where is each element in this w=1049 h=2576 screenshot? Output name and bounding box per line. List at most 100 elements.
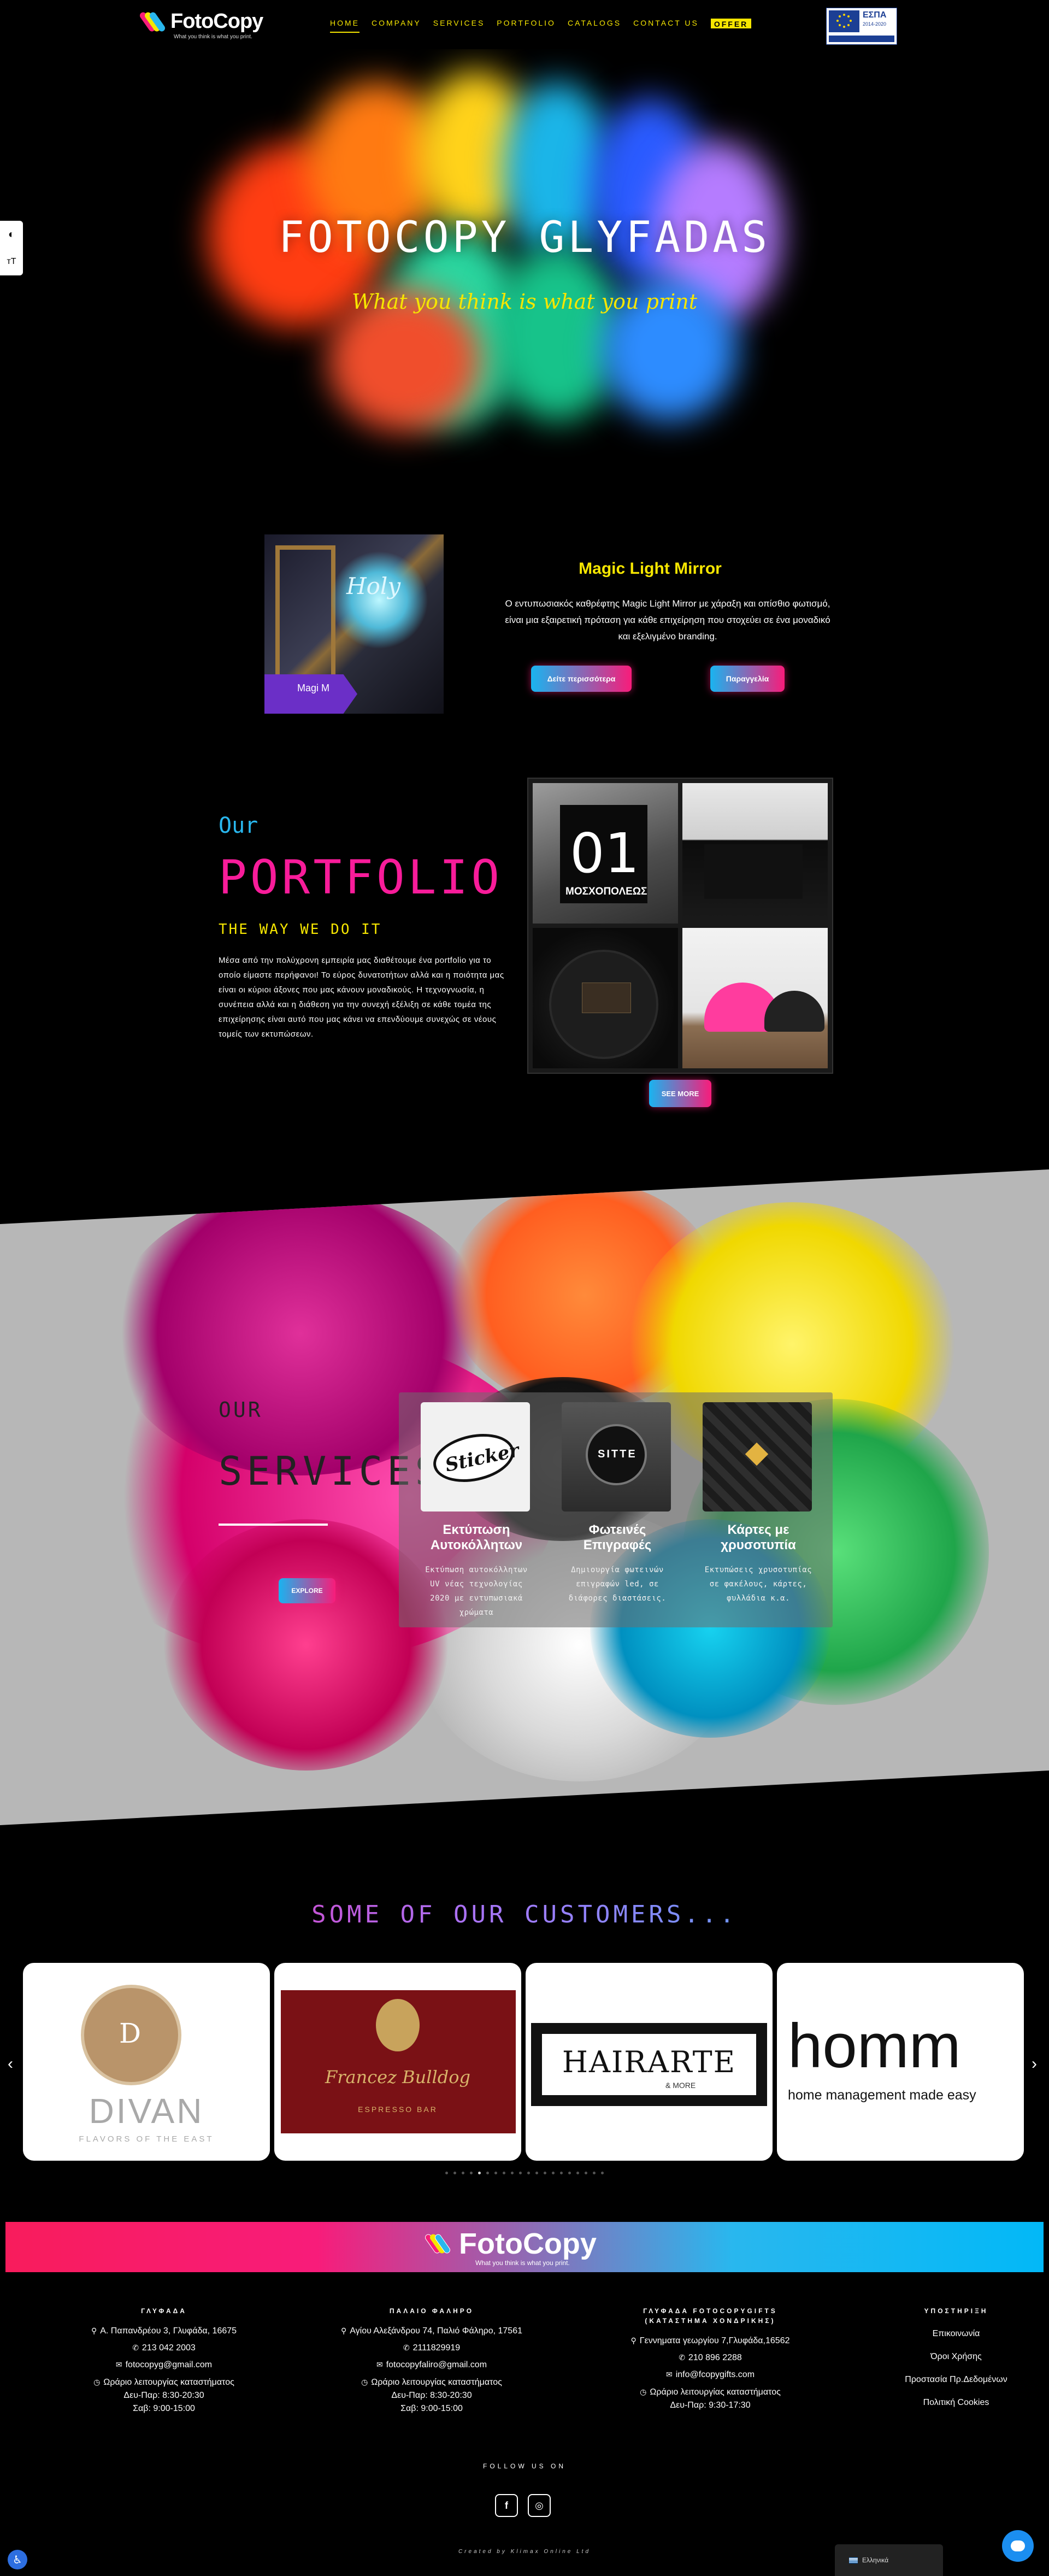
light-sign-image: SITTE xyxy=(562,1402,671,1512)
explore-button[interactable]: EXPLORE xyxy=(279,1578,335,1603)
carousel-dot[interactable] xyxy=(568,2172,571,2174)
service-title: Κάρτες με χρυσοτυπία xyxy=(721,1522,796,1552)
divan-sub: FLAVORS OF THE EAST xyxy=(79,2134,214,2144)
carousel-dot[interactable] xyxy=(494,2172,497,2174)
mirror-script: Holy xyxy=(346,573,401,599)
follow-us-label: FOLLOW US ON xyxy=(482,2462,566,2470)
footer-col-title: ΥΠΟΣΤΗΡΙΞΗ xyxy=(924,2307,988,2315)
carousel-dot[interactable] xyxy=(585,2172,587,2174)
carousel-dot[interactable] xyxy=(445,2172,448,2174)
facebook-icon[interactable]: f xyxy=(495,2494,518,2517)
order-button[interactable]: Παραγγελία xyxy=(710,666,785,692)
nav-contact[interactable]: CONTACT US xyxy=(633,19,699,33)
location-icon: ⚲ xyxy=(341,2326,347,2335)
carousel-dot[interactable] xyxy=(601,2172,604,2174)
customer-logo-divan[interactable]: D DIVAN FLAVORS OF THE EAST xyxy=(23,1963,270,2161)
email[interactable]: info@fcopygifts.com xyxy=(676,2370,755,2379)
sign-text: ΜΟΣΧΟΠΟΛΕΩΣ xyxy=(565,886,647,897)
carousel-dot[interactable] xyxy=(576,2172,579,2174)
nav-portfolio[interactable]: PORTFOLIO xyxy=(497,19,556,33)
hours-saturday: Σαβ: 9:00-15:00 xyxy=(400,2404,463,2413)
footer-col-gifts: ΓΛΥΦΑΔΑ FOTOCOPYGIFTS (ΚΑΤΑΣΤΗΜΑ ΧΟΝΔΡΙΚ… xyxy=(612,2306,809,2412)
magic-mirror-image[interactable]: Holy Magi M xyxy=(264,534,444,714)
carousel-dot[interactable] xyxy=(519,2172,522,2174)
portfolio-image-sign[interactable]: 01 ΜΟΣΧΟΠΟΛΕΩΣ xyxy=(533,783,678,924)
hours-label: Ωράριο λειτουργίας καταστήματος xyxy=(103,2378,234,2387)
francez-emblem xyxy=(376,1999,420,2051)
carousel-dot[interactable] xyxy=(560,2172,563,2174)
footer-col-title: ΠΑΛΑΙΟ ΦΑΛΗΡΟ xyxy=(389,2307,474,2315)
carousel-dot[interactable] xyxy=(544,2172,546,2174)
service-card-foil[interactable]: Κάρτες με χρυσοτυπία Εκτυπώσεις χρυσοτυπ… xyxy=(703,1402,814,1605)
francez-name: Francez Bulldog xyxy=(325,2067,470,2087)
phone[interactable]: 2111829919 xyxy=(413,2343,461,2352)
featured-title: Magic Light Mirror xyxy=(579,560,722,578)
portfolio-image-cards[interactable] xyxy=(533,928,678,1068)
footer-col-title: ΓΛΥΦΑΔΑ FOTOCOPYGIFTS xyxy=(643,2307,777,2315)
customer-logo-homm[interactable]: homm home management made easy xyxy=(777,1963,1024,2161)
see-more-button[interactable]: Δείτε περισσότερα xyxy=(531,666,632,692)
carousel-prev-icon[interactable]: ‹ xyxy=(8,2055,13,2073)
hairarte-sub: & MORE xyxy=(665,2081,696,2090)
carousel-dot[interactable] xyxy=(511,2172,514,2174)
service-title: Φωτεινές Επιγραφές xyxy=(583,1522,652,1552)
customer-logo-francez[interactable]: Francez Bulldog ESPRESSO BAR xyxy=(274,1963,521,2161)
footer-link-terms[interactable]: Όροι Χρήσης xyxy=(885,2345,1027,2368)
sign-board: 01 ΜΟΣΧΟΠΟΛΕΩΣ xyxy=(560,805,647,903)
carousel-dot[interactable] xyxy=(470,2172,473,2174)
mirror-badge-text: Magi M xyxy=(297,683,330,693)
carousel-dot[interactable] xyxy=(535,2172,538,2174)
nav-home[interactable]: HOME xyxy=(330,19,360,33)
portfolio-image-office[interactable] xyxy=(682,783,828,924)
espa-bar xyxy=(829,36,894,42)
service-card-stickers[interactable]: Sticker Εκτύπωση Αυτοκόλλητων Εκτύπωση α… xyxy=(421,1402,532,1620)
accessibility-icon[interactable]: ♿ xyxy=(8,2550,27,2569)
nav-company[interactable]: COMPANY xyxy=(372,19,421,33)
footer-link-cookies[interactable]: Πολιτική Cookies xyxy=(885,2391,1027,2414)
footer-link-contact[interactable]: Επικοινωνία xyxy=(885,2322,1027,2345)
footer-banner: FotoCopy What you think is what you prin… xyxy=(5,2222,1044,2272)
portfolio-image-caps[interactable] xyxy=(682,928,828,1068)
hero-subtitle: What you think is what you print xyxy=(352,290,697,314)
hours-saturday: Σαβ: 9:00-15:00 xyxy=(133,2404,195,2413)
carousel-next-icon[interactable]: › xyxy=(1032,2055,1037,2073)
divan-name: DIVAN xyxy=(89,2091,204,2131)
language-selector[interactable]: Ελληνικά xyxy=(835,2544,943,2576)
nav-catalogs[interactable]: CATALOGS xyxy=(568,19,621,33)
service-text: Δημιουργία φωτεινών επιγραφών led, σε δι… xyxy=(568,1566,667,1603)
logo[interactable]: FotoCopy xyxy=(138,10,263,33)
nav-offer[interactable]: OFFER xyxy=(710,19,752,28)
nav-services[interactable]: SERVICES xyxy=(433,19,485,33)
clock-icon: ◷ xyxy=(93,2378,101,2386)
phone[interactable]: 213 042 2003 xyxy=(142,2343,196,2352)
footer-col-title: ΓΛΥΦΑΔΑ xyxy=(141,2307,187,2315)
carousel-dot[interactable] xyxy=(527,2172,530,2174)
mail-icon: ✉ xyxy=(115,2360,122,2369)
mail-icon: ✉ xyxy=(376,2360,383,2369)
portfolio-gallery: 01 ΜΟΣΧΟΠΟΛΕΩΣ xyxy=(527,778,833,1074)
carousel-dot[interactable] xyxy=(593,2172,596,2174)
carousel-dot[interactable] xyxy=(453,2172,456,2174)
phone[interactable]: 210 896 2288 xyxy=(688,2353,742,2362)
espa-banner[interactable]: ΕΣΠΑ 2014-2020 xyxy=(826,8,897,45)
carousel-dot[interactable] xyxy=(552,2172,555,2174)
portfolio-see-more-button[interactable]: SEE MORE xyxy=(649,1080,711,1107)
portfolio-text: Μέσα από την πολύχρονη εμπειρία μας διαθ… xyxy=(219,956,504,1039)
logo-mark-icon xyxy=(138,10,167,33)
carousel-dot[interactable] xyxy=(486,2172,489,2174)
instagram-icon[interactable]: ◎ xyxy=(528,2494,551,2517)
email[interactable]: fotocopyg@gmail.com xyxy=(126,2360,213,2369)
footer-link-privacy[interactable]: Προστασία Πρ.Δεδομένων xyxy=(885,2368,1027,2391)
customer-logo-hairarte[interactable]: HAIRARTE & MORE xyxy=(526,1963,773,2161)
portfolio-our: Our xyxy=(219,813,258,838)
email[interactable]: fotocopyfaliro@gmail.com xyxy=(386,2360,487,2369)
carousel-dot[interactable] xyxy=(503,2172,505,2174)
carousel-dot[interactable] xyxy=(462,2172,464,2174)
divan-mono: D xyxy=(119,2018,142,2049)
service-card-signs[interactable]: SITTE Φωτεινές Επιγραφές Δημιουργία φωτε… xyxy=(562,1402,673,1605)
carousel-dot[interactable] xyxy=(478,2172,481,2174)
location-icon: ⚲ xyxy=(91,2326,97,2335)
phone-icon: ✆ xyxy=(403,2343,410,2352)
chat-bubble-icon[interactable] xyxy=(1002,2530,1034,2562)
clock-icon: ◷ xyxy=(361,2378,368,2386)
